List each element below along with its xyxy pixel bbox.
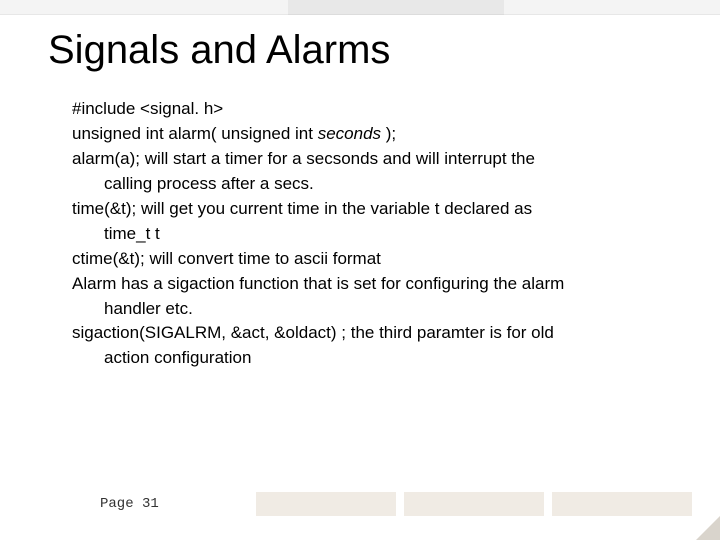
body-line: unsigned int alarm( unsigned int seconds… (72, 123, 690, 146)
top-decorative-bar (0, 0, 720, 14)
footer-block (256, 492, 396, 516)
top-segment (504, 0, 720, 15)
footer-block (404, 492, 544, 516)
body-line: Alarm has a sigaction function that is s… (72, 273, 690, 296)
slide: Signals and Alarms #include <signal. h> … (0, 0, 720, 540)
body-line-indent: calling process after a secs. (72, 173, 690, 196)
text: unsigned int alarm( unsigned int (72, 124, 318, 143)
footer-block (552, 492, 692, 516)
body-line: time(&t); will get you current time in t… (72, 198, 690, 221)
body-line: ctime(&t); will convert time to ascii fo… (72, 248, 690, 271)
top-segment (288, 0, 504, 15)
text: ); (381, 124, 396, 143)
body-line: alarm(a); will start a timer for a secso… (72, 148, 690, 171)
slide-footer: Page 31 (0, 492, 720, 516)
footer-decorative-blocks (248, 492, 692, 516)
page-number: Page 31 (100, 496, 159, 512)
slide-body: #include <signal. h> unsigned int alarm(… (72, 98, 690, 372)
slide-title: Signals and Alarms (48, 28, 390, 73)
page-curl-icon (696, 516, 720, 540)
body-line: sigaction(SIGALRM, &act, &oldact) ; the … (72, 322, 690, 345)
top-segment (0, 0, 288, 15)
body-line-indent: action configuration (72, 347, 690, 370)
body-line-indent: time_t t (72, 223, 690, 246)
italic-text: seconds (318, 124, 381, 143)
body-line-indent: handler etc. (72, 298, 690, 321)
body-line: #include <signal. h> (72, 98, 690, 121)
